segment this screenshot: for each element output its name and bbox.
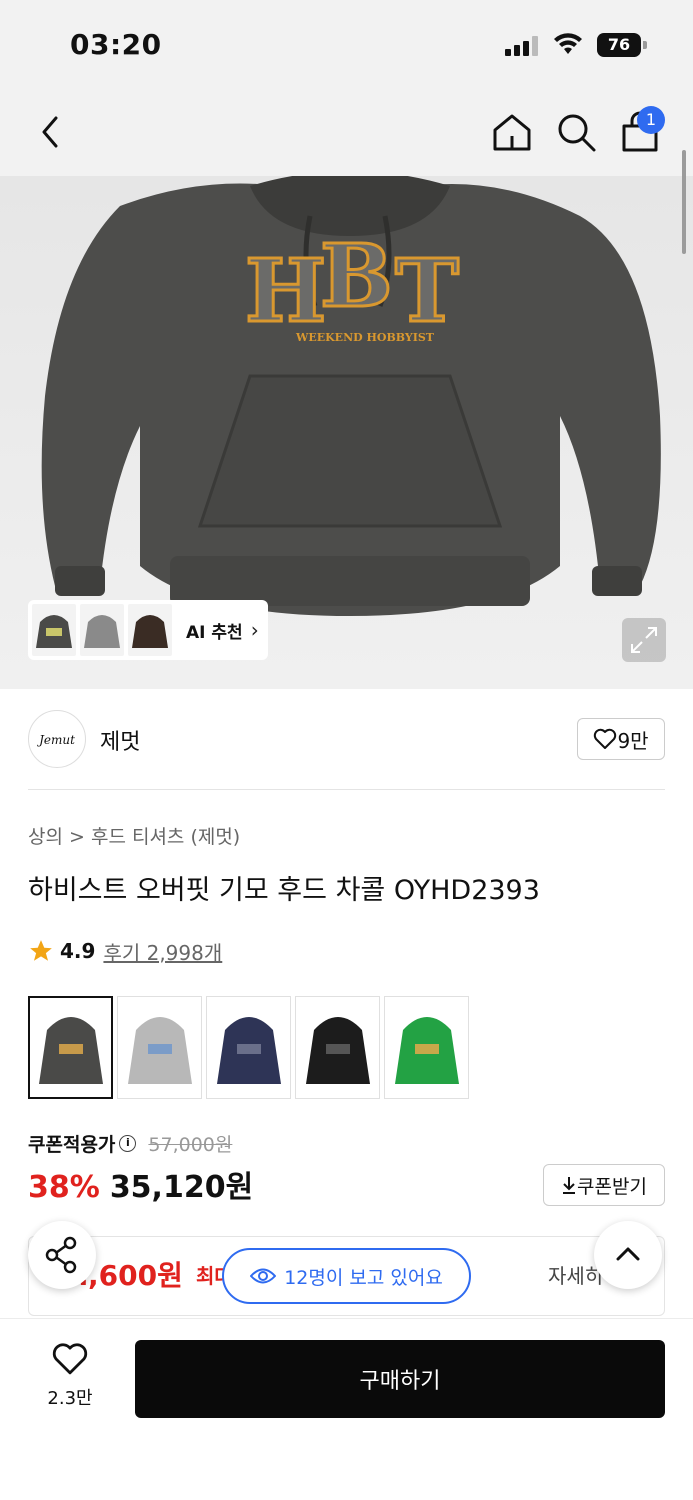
brand-name: 제멋	[100, 730, 141, 755]
original-price: 57,000원	[148, 1134, 233, 1156]
final-price: 35,120원	[109, 1170, 254, 1205]
brand-logo: Jemut	[28, 710, 86, 768]
coupon-button-label: 쿠폰받기	[577, 1175, 647, 1198]
color-swatches	[28, 996, 473, 1099]
scroll-top-icon[interactable]	[594, 1221, 662, 1289]
wish-button[interactable]: 2.3만	[30, 1342, 110, 1418]
price-row: 38% 35,120원	[28, 1162, 253, 1206]
search-icon[interactable]	[554, 110, 598, 154]
ai-thumb-3	[128, 604, 172, 656]
signal-icon	[505, 36, 538, 56]
home-icon[interactable]	[490, 110, 534, 154]
discount-rate: 38%	[28, 1170, 100, 1205]
brand-row[interactable]: Jemut 제멋 9만	[28, 710, 665, 768]
heart-icon	[594, 728, 617, 749]
battery-level: 76	[597, 33, 641, 57]
viewers-text: 12명이 보고 있어요	[284, 1266, 443, 1289]
battery-icon: 76	[597, 33, 647, 57]
buy-button[interactable]: 구매하기	[135, 1340, 665, 1418]
swatch-hoodie	[38, 1016, 103, 1084]
rating-score: 4.9	[60, 939, 96, 963]
status-bar: 03:20 76	[0, 0, 693, 92]
review-link[interactable]: 후기 2,998개	[103, 937, 222, 966]
coupon-price-label: 쿠폰적용가 i 57,000원	[28, 1130, 232, 1157]
svg-text:T: T	[395, 241, 459, 342]
brand-like-button[interactable]: 9만	[577, 718, 665, 760]
svg-text:H: H	[245, 241, 326, 342]
heart-icon	[52, 1343, 88, 1375]
star-icon	[30, 940, 52, 961]
swatch-hoodie	[394, 1016, 459, 1084]
coupon-download-button[interactable]: 쿠폰받기	[543, 1164, 665, 1206]
ai-recommend-button[interactable]: AI 추천 ›	[28, 600, 268, 660]
swatch-gray[interactable]	[117, 996, 202, 1099]
chevron-right-icon: ›	[250, 618, 259, 642]
wish-count: 2.3만	[47, 1388, 93, 1409]
ai-thumb-1	[32, 604, 76, 656]
swatch-hoodie	[216, 1016, 281, 1084]
svg-text:WEEKEND HOBBYIST: WEEKEND HOBBYIST	[295, 331, 435, 344]
swatch-black[interactable]	[295, 996, 380, 1099]
divider	[28, 789, 665, 790]
swatch-green[interactable]	[384, 996, 469, 1099]
top-nav	[0, 92, 693, 176]
swatch-hoodie	[305, 1016, 370, 1084]
swatch-hoodie	[127, 1016, 192, 1084]
ai-thumb-2	[80, 604, 124, 656]
swatch-navy[interactable]	[206, 996, 291, 1099]
swatch-charcoal[interactable]	[28, 996, 113, 1099]
status-time: 03:20	[70, 28, 162, 61]
breadcrumb[interactable]: 상의 > 후드 티셔츠 (제멋)	[28, 822, 240, 849]
product-title: 하비스트 오버핏 기모 후드 차콜 OYHD2393	[28, 875, 540, 906]
wifi-icon	[554, 33, 582, 54]
share-icon[interactable]	[28, 1221, 96, 1289]
info-icon[interactable]: i	[119, 1135, 137, 1152]
ai-recommend-label: AI 추천	[186, 622, 243, 643]
brand-like-count: 9만	[617, 728, 649, 753]
scroll-indicator	[682, 150, 686, 254]
rating-row[interactable]: 4.9 후기 2,998개	[28, 936, 222, 966]
svg-text:B: B	[320, 226, 393, 327]
eye-icon	[250, 1268, 277, 1284]
expand-icon[interactable]	[622, 618, 666, 662]
coupon-label-text: 쿠폰적용가	[28, 1134, 116, 1156]
cart-badge: 1	[637, 106, 665, 134]
back-icon[interactable]	[28, 110, 72, 154]
viewers-badge: 12명이 보고 있어요	[222, 1248, 471, 1304]
download-icon	[563, 1177, 576, 1194]
